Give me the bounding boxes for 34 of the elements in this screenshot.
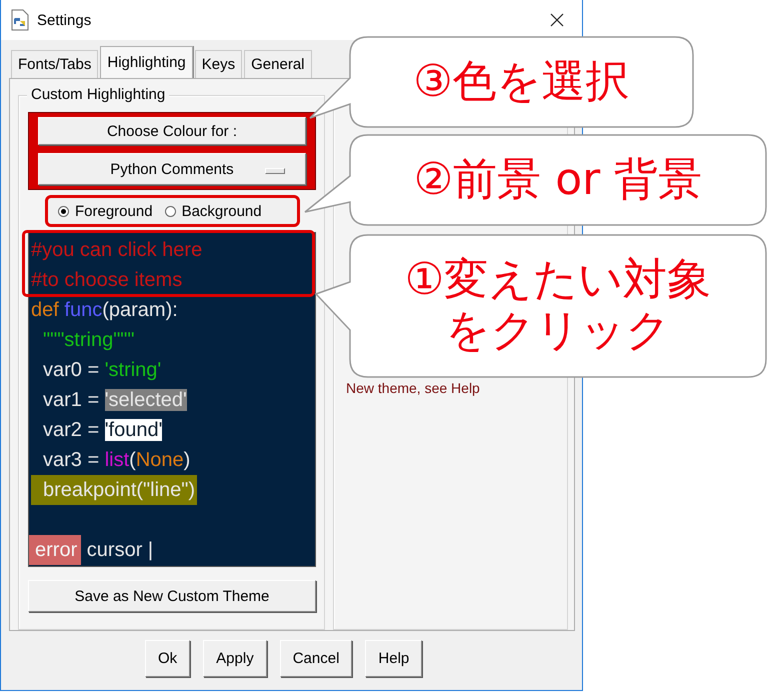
code-line: var0 = 'string' [42, 358, 162, 383]
radio-button[interactable] [164, 206, 176, 216]
radio-label: Foreground [75, 202, 153, 220]
window-title: Settings [37, 12, 92, 28]
dropdown-indicator-icon [265, 168, 285, 174]
code-line: var1 = 'selected' [42, 388, 187, 413]
radio-label: Background [182, 202, 262, 220]
save-theme-button[interactable]: Save as New Custom Theme [28, 580, 316, 612]
element-dropdown[interactable]: Python Comments [38, 153, 306, 185]
dialog-button[interactable]: Ok [145, 640, 190, 677]
tab[interactable]: General [244, 50, 312, 78]
python-file-icon [11, 9, 29, 31]
code-line: def func(param): [31, 298, 178, 323]
tab[interactable]: Fonts/Tabs [11, 50, 98, 78]
close-icon[interactable] [550, 13, 564, 27]
group-title: Custom Highlighting [27, 86, 170, 103]
callout-text: ②前景 or 背景 [414, 154, 702, 206]
callout-text: ③色を選択 [413, 56, 630, 108]
tab[interactable]: Keys [194, 50, 242, 78]
code-line: #you can click here [31, 238, 202, 263]
theme-note: New theme, see Help [346, 380, 481, 396]
callout-text: をクリック [446, 306, 670, 357]
code-line: """string""" [42, 328, 135, 353]
radio-button[interactable] [58, 206, 69, 216]
tab[interactable]: Highlighting [100, 46, 193, 78]
code-line: var3 = list(None) [42, 448, 190, 473]
dialog-button[interactable]: Cancel [280, 640, 352, 677]
code-line: var2 = 'found' [42, 418, 162, 443]
dialog-button[interactable]: Help [365, 640, 422, 677]
code-line: error cursor | [31, 535, 154, 565]
code-line: #to choose items [31, 268, 182, 293]
choose-colour-button[interactable]: Choose Colour for : [38, 117, 306, 145]
dialog-button[interactable]: Apply [203, 640, 267, 677]
callout-text: ①変えたい対象 [404, 255, 712, 306]
